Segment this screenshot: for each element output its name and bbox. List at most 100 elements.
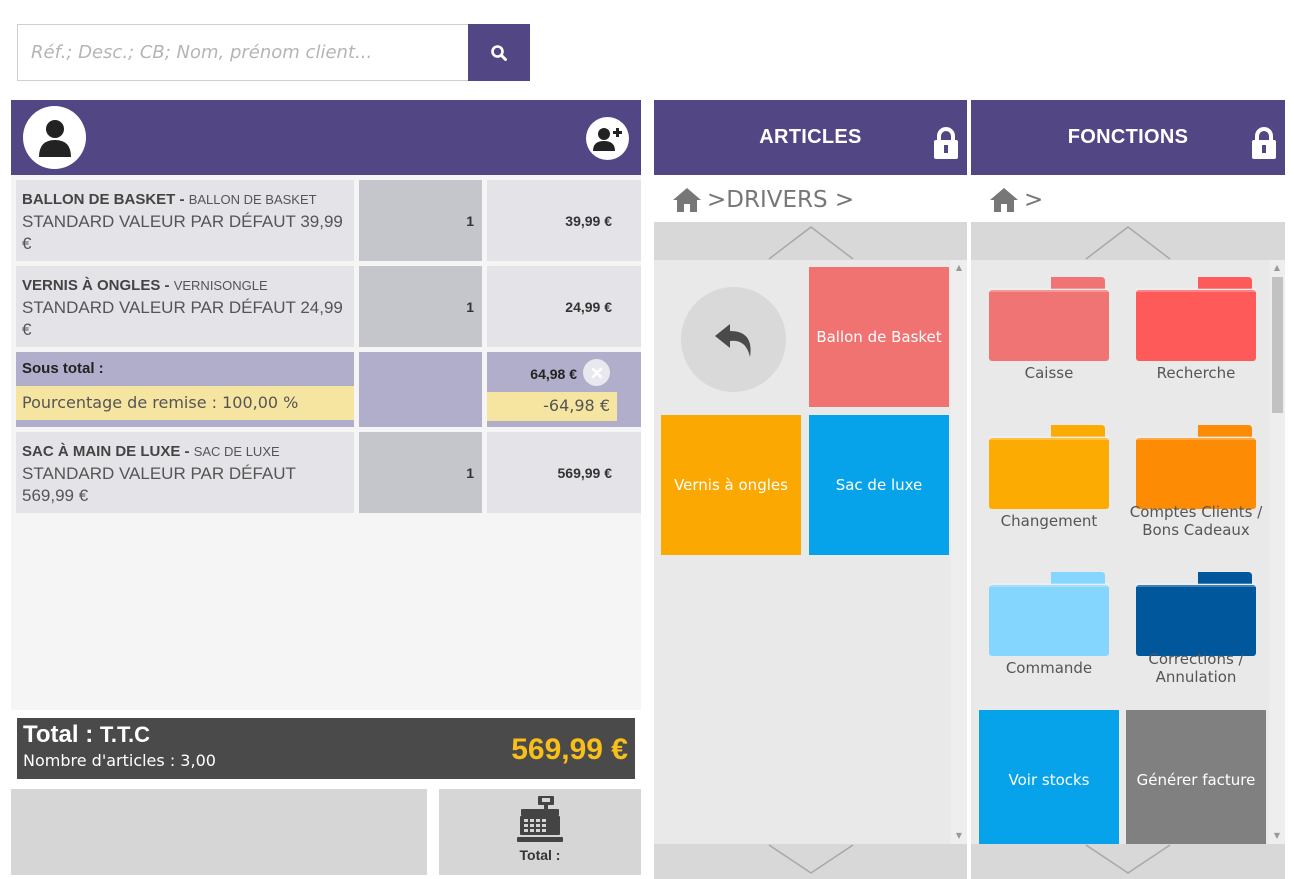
bottom-empty-panel [11,789,427,875]
client-avatar-button[interactable] [23,106,86,169]
articles-header: ARTICLES [654,100,967,175]
folder-icon [1136,572,1256,656]
fonctions-scroll-down[interactable] [971,844,1285,879]
home-icon[interactable] [672,187,702,213]
cart-line-quantity[interactable]: 1 [359,432,482,513]
user-icon [38,119,71,157]
scroll-up-arrow-icon[interactable]: ▲ [955,264,963,272]
cash-register-icon [517,796,563,842]
fonctions-scroll-up[interactable] [971,222,1285,260]
cart-line: SAC À MAIN DE LUXE - SAC DE LUXE STANDAR… [16,432,641,513]
chevron-down-icon [1085,844,1171,874]
folder-label: Recherche [1156,364,1236,382]
total-label: Total : [23,721,100,748]
folder-label: Comptes Clients / Bons Cadeaux [1129,503,1263,539]
home-icon[interactable] [989,187,1019,213]
ttc-label: T.T.C [99,722,150,747]
folder-label: Commande [1005,659,1093,677]
separator: - [180,443,194,460]
folder-commande[interactable]: Commande [979,557,1119,697]
breadcrumb-path[interactable]: > [1024,187,1043,213]
folder-changement[interactable]: Changement [979,410,1119,550]
article-tile-vernis-a-ongles[interactable]: Vernis à ongles [661,415,801,555]
separator: - [175,191,189,208]
cart-line-quantity[interactable]: 1 [359,180,482,261]
fonctions-title: FONCTIONS [1067,126,1189,148]
product-variant: STANDARD VALEUR PAR DÉFAUT 569,99 € [22,464,296,505]
article-tile-ballon-de-basket[interactable]: Ballon de Basket [809,267,949,407]
total-amount: 569,99 € [511,733,628,766]
cart-line-price[interactable]: 39,99 € [487,180,641,261]
cart-header [11,100,641,175]
lock-icon[interactable] [1251,126,1277,160]
cart-line-description[interactable]: SAC À MAIN DE LUXE - SAC DE LUXE STANDAR… [16,432,354,513]
product-variant: STANDARD VALEUR PAR DÉFAUT 39,99 € [22,212,343,253]
fonctions-header: FONCTIONS [971,100,1285,175]
search-button[interactable] [468,24,530,81]
article-tile-sac-de-luxe[interactable]: Sac de luxe [809,415,949,555]
items-count: Nombre d'articles : 3,00 [23,751,216,770]
chevron-down-icon [768,844,853,874]
cart-line-description[interactable]: BALLON DE BASKET - BALLON DE BASKET STAN… [16,180,354,261]
scroll-down-arrow-icon[interactable]: ▼ [955,832,963,840]
cart-lines: BALLON DE BASKET - BALLON DE BASKET STAN… [11,175,641,710]
scrollbar-thumb[interactable] [1272,277,1283,413]
close-icon [591,367,602,378]
product-ref: BALLON DE BASKET [188,192,317,207]
separator: - [160,277,174,294]
articles-scroll-down[interactable] [654,844,967,879]
cart-line-quantity[interactable]: 1 [359,266,482,347]
product-ref: VERNISONGLE [173,278,268,293]
subtotal-block: Sous total : Pourcentage de remise : 100… [16,352,641,427]
fonctions-scrollbar[interactable]: ▲ ▼ [1269,260,1285,844]
scroll-down-arrow-icon[interactable]: ▼ [1273,832,1281,840]
folder-icon [1136,425,1256,509]
breadcrumb-path[interactable]: >DRIVERS > [707,187,854,213]
fonctions-breadcrumb: > [989,178,1043,222]
product-ref: SAC DE LUXE [193,444,280,459]
folder-recherche[interactable]: Recherche [1126,262,1266,402]
search-input[interactable] [17,24,468,81]
user-plus-icon [592,127,622,151]
folder-caisse[interactable]: Caisse [979,262,1119,402]
discount-label[interactable]: Pourcentage de remise : 100,00 % [16,386,354,420]
total-title: Total : T.T.C [23,721,150,749]
undo-arrow-icon [714,323,751,357]
checkout-label: Total : [519,847,561,863]
folder-corrections-annulation[interactable]: Corrections / Annulation [1126,557,1266,697]
folder-icon [989,425,1109,509]
chevron-up-icon [768,226,853,260]
cart-line: BALLON DE BASKET - BALLON DE BASKET STAN… [16,180,641,261]
add-client-button[interactable] [586,117,629,160]
folder-icon [989,277,1109,361]
checkout-button[interactable]: Total : [439,789,641,875]
articles-title: ARTICLES [759,126,862,148]
cart-line: VERNIS À ONGLES - VERNISONGLE STANDARD V… [16,266,641,347]
subtotal-left: Sous total : Pourcentage de remise : 100… [16,352,354,427]
articles-scrollbar[interactable]: ▲ ▼ [951,260,967,844]
folder-comptes-clients[interactable]: Comptes Clients / Bons Cadeaux [1126,410,1266,550]
folder-icon [989,572,1109,656]
articles-scroll-up[interactable] [654,222,967,260]
cart-line-price[interactable]: 569,99 € [487,432,641,513]
folder-label: Corrections / Annulation [1148,650,1244,686]
scroll-up-arrow-icon[interactable]: ▲ [1273,264,1281,272]
product-name: BALLON DE BASKET [22,191,176,208]
articles-breadcrumb: >DRIVERS > [672,178,854,222]
voir-stocks-button[interactable]: Voir stocks [979,710,1119,850]
folder-label: Changement [1000,512,1098,530]
remove-discount-button[interactable] [583,359,610,386]
total-bar: Total : T.T.C Nombre d'articles : 3,00 5… [17,718,635,779]
folder-label: Caisse [1024,364,1074,382]
generer-facture-button[interactable]: Générer facture [1126,710,1266,850]
chevron-up-icon [1085,226,1171,260]
subtotal-value: 64,98 € [530,366,577,382]
cart-line-price[interactable]: 24,99 € [487,266,641,347]
back-button[interactable] [681,287,786,392]
subtotal-middle [359,352,482,427]
lock-icon[interactable] [933,126,959,160]
folder-icon [1136,277,1256,361]
discount-value[interactable]: -64,98 € [487,392,617,421]
cart-line-description[interactable]: VERNIS À ONGLES - VERNISONGLE STANDARD V… [16,266,354,347]
product-name: SAC À MAIN DE LUXE [22,443,181,460]
